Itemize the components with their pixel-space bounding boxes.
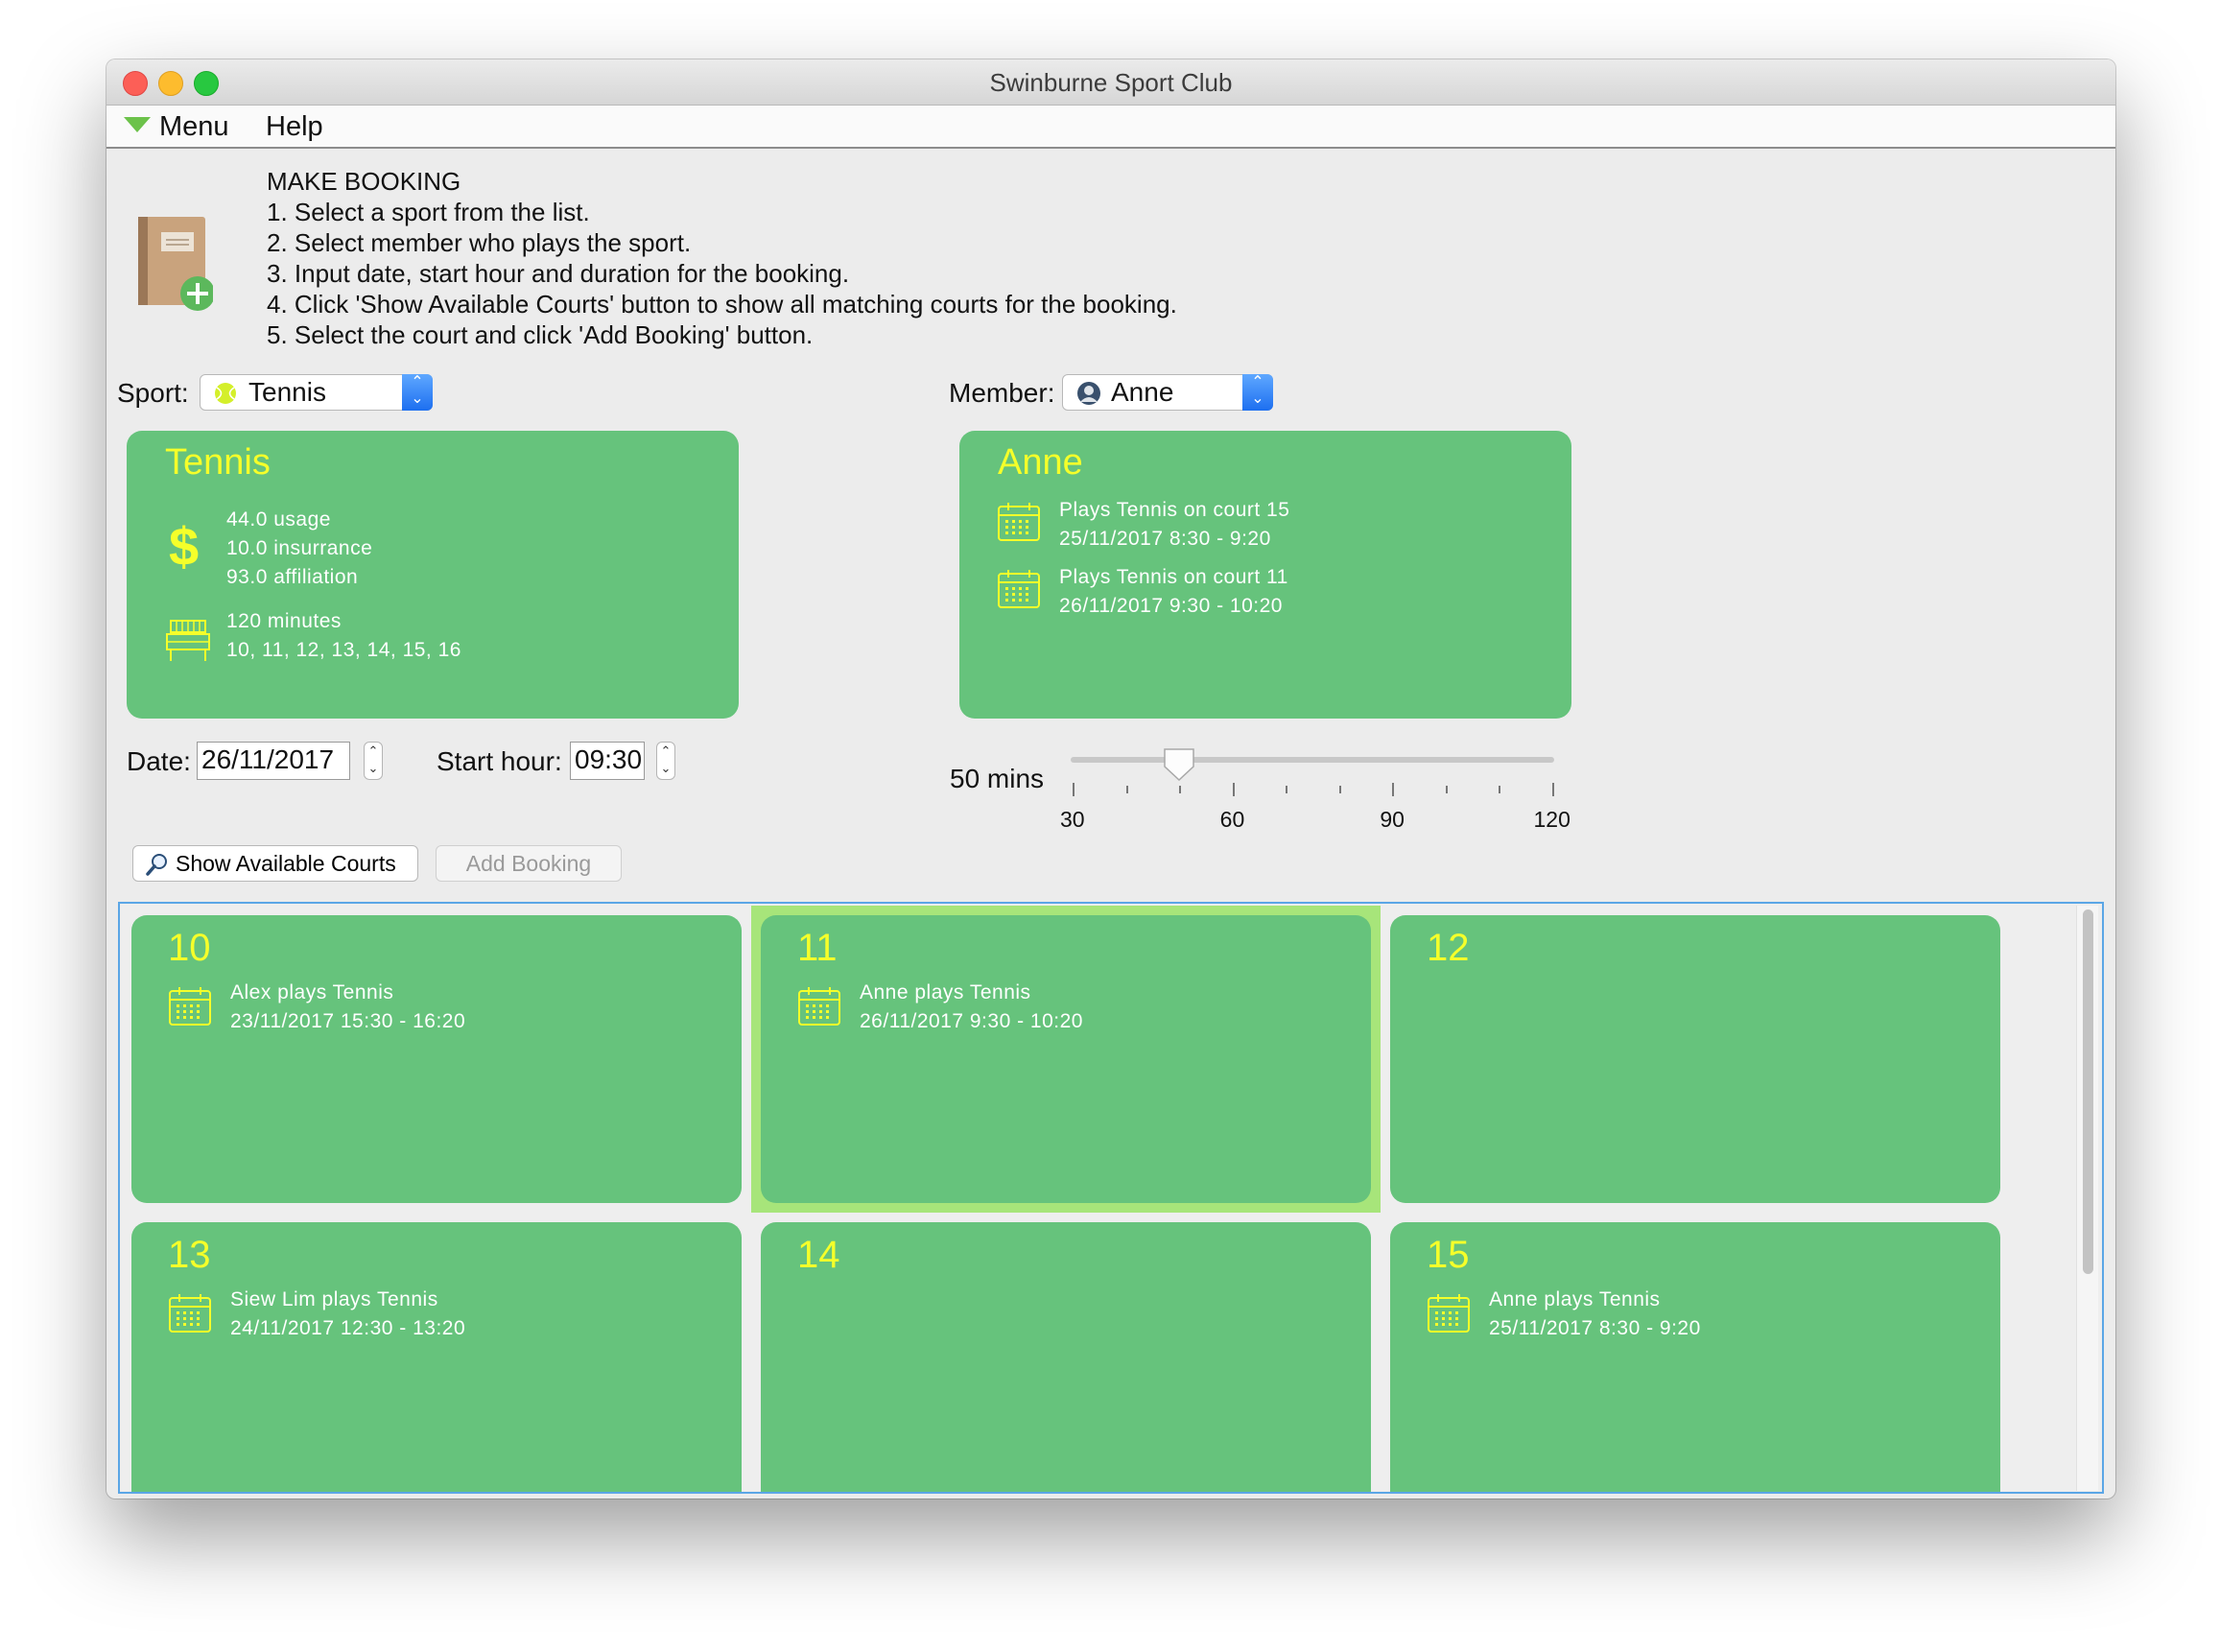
calendar-icon — [1428, 1294, 1470, 1333]
court-card[interactable]: 11 Anne plays Tennis 26/11/2017 9:30 - 10:… — [761, 915, 1371, 1203]
member-booking-2-time: 26/11/2017 9:30 - 10:20 — [1059, 595, 1283, 617]
member-select[interactable]: Anne ⌃ ⌄ — [1062, 374, 1273, 411]
sport-info-card: Tennis $ 44.0 usage 10.0 insurrance 93.0… — [127, 431, 739, 719]
court-number: 10 — [168, 927, 211, 969]
slider-tick — [1073, 783, 1075, 796]
fee-usage: 44.0 usage — [226, 508, 331, 531]
court-card[interactable]: 12 — [1390, 915, 2000, 1203]
slider-tick — [1286, 786, 1288, 793]
slider-tick — [1499, 786, 1501, 793]
slider-tick-label: 120 — [1533, 807, 1571, 832]
member-select-value: Anne — [1111, 377, 1174, 407]
court-number: 15 — [1427, 1234, 1470, 1276]
court-card[interactable]: 13 Siew Lim plays Tennis 24/11/2017 12:30 … — [131, 1222, 742, 1492]
slider-tick — [1125, 786, 1128, 793]
slider-thumb[interactable] — [1163, 747, 1195, 782]
instruction-step-5: 5. Select the court and click 'Add Booki… — [267, 320, 814, 349]
slider-tick — [1338, 786, 1341, 793]
court-booking-member: Siew Lim plays Tennis — [230, 1288, 438, 1310]
user-icon — [1077, 382, 1100, 405]
start-hour-stepper[interactable]: ⌃ ⌄ — [656, 742, 675, 780]
slider-tick — [1179, 786, 1182, 793]
date-input[interactable]: 26/11/2017 — [197, 742, 350, 780]
slider-tick — [1445, 786, 1448, 793]
window-title: Swinburne Sport Club — [989, 68, 1233, 97]
date-label: Date: — [127, 746, 191, 776]
instruction-step-3: 3. Input date, start hour and duration f… — [267, 259, 850, 288]
court-booking-time: 24/11/2017 12:30 - 13:20 — [230, 1317, 466, 1339]
slider-tick-label: 90 — [1380, 807, 1405, 832]
court-number: 12 — [1427, 927, 1470, 969]
fee-affiliation: 93.0 affiliation — [226, 566, 359, 588]
member-label: Member: — [949, 378, 1055, 408]
slider-tick — [1392, 783, 1395, 796]
add-booking-book-icon — [138, 217, 213, 311]
chevron-updown-icon: ⌃ ⌄ — [1242, 374, 1273, 411]
show-available-courts-button[interactable]: Show Available Courts — [132, 845, 418, 882]
slider-tick — [1552, 783, 1554, 796]
court-card[interactable]: 15 Anne plays Tennis 25/11/2017 8:30 - 9:2… — [1390, 1222, 2000, 1492]
menu-menu[interactable]: Menu — [159, 111, 229, 143]
court-icon — [166, 620, 210, 661]
sport-label: Sport: — [117, 378, 189, 408]
add-booking-button[interactable]: Add Booking — [436, 845, 622, 882]
duration-slider[interactable]: 30 60 90 120 — [1060, 748, 1571, 834]
court-number: 11 — [797, 927, 838, 969]
tennis-ball-icon — [215, 383, 236, 404]
court-card[interactable]: 10 Alex plays Tennis 23/11/2017 15:30 - 16… — [131, 915, 742, 1203]
court-booking-time: 26/11/2017 9:30 - 10:20 — [860, 1010, 1083, 1032]
app-window: Swinburne Sport Club Menu Help MAKE BOOK… — [106, 59, 2115, 1499]
court-card[interactable]: 14 — [761, 1222, 1371, 1492]
start-hour-label: Start hour: — [437, 746, 562, 776]
instruction-step-2: 2. Select member who plays the sport. — [267, 228, 692, 257]
member-booking-1-court: Plays Tennis on court 15 — [1059, 499, 1290, 521]
slider-tick-label: 30 — [1060, 807, 1085, 832]
scrollbar-thumb[interactable] — [2083, 909, 2093, 1274]
title-bar: Swinburne Sport Club — [106, 59, 2115, 106]
fee-insurance: 10.0 insurrance — [226, 537, 373, 559]
court-booking-member: Alex plays Tennis — [230, 981, 394, 1003]
calendar-icon — [998, 503, 1040, 541]
slider-tick — [1232, 783, 1235, 796]
instruction-step-1: 1. Select a sport from the list. — [267, 198, 590, 226]
menu-help[interactable]: Help — [266, 111, 323, 143]
slider-track — [1071, 757, 1554, 763]
court-booking-time: 25/11/2017 8:30 - 9:20 — [1489, 1317, 1701, 1339]
instructions-heading: MAKE BOOKING — [267, 167, 461, 196]
court-booking-member: Anne plays Tennis — [860, 981, 1031, 1003]
sport-select[interactable]: Tennis ⌃ ⌄ — [200, 374, 433, 411]
member-card-title: Anne — [998, 442, 1083, 483]
sport-card-title: Tennis — [165, 442, 271, 483]
courts-panel[interactable]: 10 Alex plays Tennis 23/11/2017 15:30 - 16… — [118, 902, 2104, 1494]
dollar-icon: $ — [169, 516, 200, 577]
court-number: 13 — [168, 1234, 211, 1276]
show-available-courts-label: Show Available Courts — [176, 851, 396, 876]
calendar-icon — [998, 570, 1040, 608]
court-booking-member: Anne plays Tennis — [1489, 1288, 1661, 1310]
menu-triangle-icon — [124, 117, 151, 132]
duration-label: 50 mins — [950, 764, 1045, 793]
calendar-icon — [169, 987, 211, 1026]
chevron-updown-icon: ⌃ ⌄ — [402, 374, 433, 411]
date-stepper[interactable]: ⌃ ⌄ — [364, 742, 383, 780]
member-info-card: Anne Plays Tennis on court 15 25/11/2017… — [959, 431, 1571, 719]
member-booking-2-court: Plays Tennis on court 11 — [1059, 566, 1288, 588]
sport-duration: 120 minutes — [226, 610, 342, 632]
sport-select-value: Tennis — [248, 377, 326, 407]
court-number: 14 — [797, 1234, 840, 1276]
member-booking-1-time: 25/11/2017 8:30 - 9:20 — [1059, 528, 1271, 550]
sport-courts: 10, 11, 12, 13, 14, 15, 16 — [226, 639, 461, 661]
start-hour-input[interactable]: 09:30 — [570, 742, 645, 780]
menu-bar: Menu Help — [106, 106, 2115, 149]
slider-tick-label: 60 — [1219, 807, 1245, 832]
calendar-icon — [169, 1294, 211, 1333]
calendar-icon — [798, 987, 840, 1026]
search-icon — [146, 854, 167, 876]
vertical-scrollbar[interactable] — [2076, 906, 2098, 1491]
court-booking-time: 23/11/2017 15:30 - 16:20 — [230, 1010, 466, 1032]
instruction-step-4: 4. Click 'Show Available Courts' button … — [267, 290, 1177, 319]
